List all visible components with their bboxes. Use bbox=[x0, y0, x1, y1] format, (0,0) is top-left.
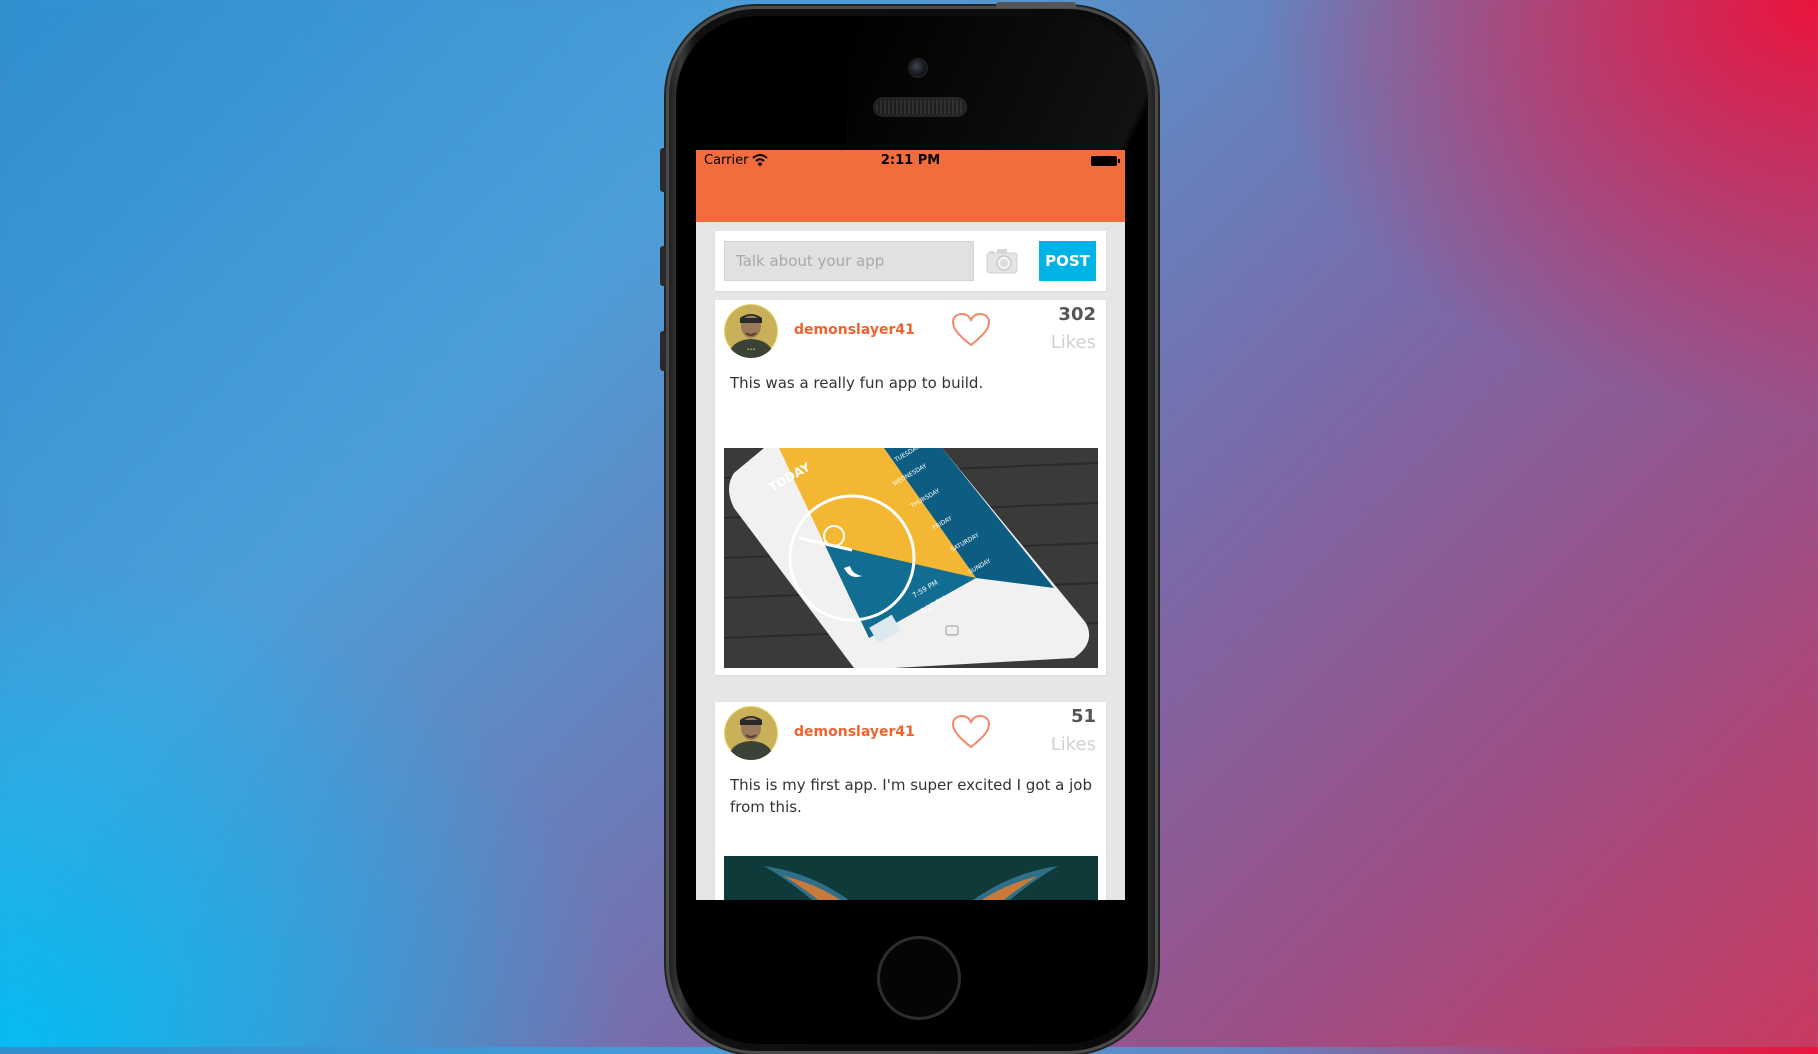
post-card: demonslayer41 51 Likes This is my first … bbox=[715, 702, 1106, 900]
power-button bbox=[996, 2, 1076, 8]
post-composer: POST bbox=[715, 231, 1106, 291]
svg-text:•••: ••• bbox=[747, 347, 756, 353]
clock: 2:11 PM bbox=[880, 153, 941, 168]
camera-icon[interactable] bbox=[986, 248, 1018, 274]
post-username[interactable]: demonslayer41 bbox=[794, 322, 915, 338]
post-card: ••• demonslayer41 302 Likes This was a r… bbox=[715, 300, 1106, 675]
likes-count: 51 bbox=[1070, 706, 1096, 727]
post-text: This is my first app. I'm super excited … bbox=[730, 776, 1092, 816]
likes-count: 302 bbox=[1058, 304, 1096, 325]
post-image[interactable]: TUESDAY WEDNESDAY THURSDAY FRIDAY SATURD… bbox=[724, 448, 1098, 668]
likes-label: Likes bbox=[1050, 332, 1096, 353]
post-username[interactable]: demonslayer41 bbox=[794, 724, 915, 740]
volume-up-button bbox=[660, 246, 666, 286]
post-text: This was a really fun app to build. bbox=[730, 374, 984, 392]
nav-bar: Carrier 2:11 PM bbox=[696, 150, 1125, 222]
heart-icon[interactable] bbox=[951, 714, 991, 750]
mute-switch bbox=[660, 148, 666, 192]
battery-icon bbox=[1091, 156, 1120, 166]
post-image[interactable] bbox=[724, 856, 1098, 900]
likes-label: Likes bbox=[1050, 734, 1096, 755]
status-bar: Carrier 2:11 PM bbox=[696, 150, 1125, 172]
avatar[interactable]: ••• bbox=[724, 304, 778, 358]
earpiece-speaker bbox=[876, 100, 964, 114]
front-camera bbox=[910, 60, 926, 76]
post-text-input[interactable] bbox=[724, 241, 974, 281]
home-button[interactable] bbox=[877, 936, 961, 1020]
app-screen: Carrier 2:11 PM POST bbox=[696, 150, 1125, 900]
heart-icon[interactable] bbox=[951, 312, 991, 348]
avatar[interactable] bbox=[724, 706, 778, 760]
post-button[interactable]: POST bbox=[1039, 241, 1096, 281]
volume-down-button bbox=[660, 331, 666, 371]
